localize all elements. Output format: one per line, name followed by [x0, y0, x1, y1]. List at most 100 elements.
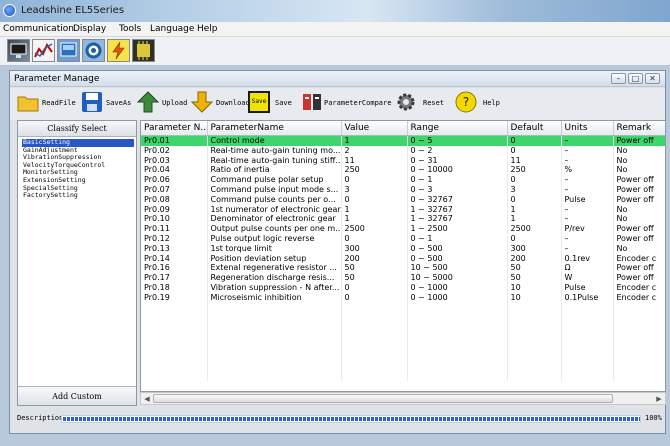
upload-button[interactable]: Upload	[137, 91, 189, 117]
table-cell: 300	[507, 243, 562, 254]
read-file-button[interactable]: ReadFile	[17, 91, 77, 117]
table-row[interactable]: Pr0.10 Denominator of electronic gear 1 1 ~…	[141, 214, 665, 225]
column-header[interactable]: Units	[561, 121, 614, 136]
table-cell[interactable]: 50	[341, 263, 408, 274]
table-cell: 1	[507, 204, 562, 215]
screen-icon[interactable]	[57, 39, 80, 62]
table-cell: 0	[507, 194, 562, 205]
chip-icon[interactable]	[132, 39, 155, 62]
table-row[interactable]: Pr0.04 Ratio of inertia 250 0 ~ 10000 250% No	[141, 165, 665, 176]
table-cell: Command pulse polar setup	[207, 175, 342, 185]
table-cell: Output pulse counts per one m...	[207, 224, 342, 234]
add-custom-button[interactable]: Add Custom	[18, 386, 136, 405]
horizontal-scrollbar[interactable]: ◀ ▶	[140, 392, 666, 405]
monitor-icon[interactable]	[7, 39, 30, 62]
table-row[interactable]: Pr0.11 Output pulse counts per one m... 25…	[141, 224, 665, 234]
minimize-button[interactable]: –	[611, 73, 626, 84]
table-cell: Pr0.03	[141, 155, 208, 166]
table-cell[interactable]: 2500	[341, 224, 408, 234]
menu-display[interactable]: Display	[73, 24, 106, 34]
table-row[interactable]: Pr0.13 1st torque limit 300 0 ~ 500 300– No	[141, 243, 665, 254]
column-header[interactable]: Range	[407, 121, 508, 136]
table-row[interactable]: Pr0.03 Real-time auto-gain tuning stiff..…	[141, 155, 665, 166]
save-as-button[interactable]: SaveAs	[81, 91, 133, 117]
table-row[interactable]: Pr0.18 Vibration suppression - N after...…	[141, 282, 665, 293]
table-cell: –	[561, 175, 614, 185]
maximize-button[interactable]: □	[628, 73, 643, 84]
table-cell[interactable]: 0	[341, 292, 408, 303]
table-row[interactable]: Pr0.19 Microseismic inhibition 0 0 ~ 1000 10…	[141, 292, 665, 303]
chart-icon[interactable]	[32, 39, 55, 62]
table-cell: Pulse	[561, 282, 614, 293]
close-button[interactable]: ✕	[645, 73, 660, 84]
table-row[interactable]: Pr0.17 Regeneration discharge resis... 50 1…	[141, 273, 665, 283]
table-cell: 0 ~ 3	[407, 184, 508, 195]
reset-button[interactable]: Reset	[395, 91, 455, 117]
table-cell: Power off	[613, 273, 665, 283]
column-header[interactable]: Parameter N...	[141, 121, 208, 136]
column-header[interactable]: Value	[341, 121, 408, 136]
table-row[interactable]: Pr0.02 Real-time auto-gain tuning mo... 2 0…	[141, 145, 665, 156]
table-cell: 0 ~ 500	[407, 253, 508, 264]
table-cell: Encoder c	[613, 253, 665, 264]
menu-tools[interactable]: Tools	[119, 24, 141, 34]
table-cell[interactable]: 1	[341, 135, 408, 146]
save-button[interactable]: Save Save	[248, 91, 300, 117]
scroll-right-icon[interactable]: ▶	[654, 394, 664, 404]
table-row[interactable]: Pr0.06 Command pulse polar setup 0 0 ~ 1 0– P…	[141, 175, 665, 185]
table-cell: Pr0.01	[141, 135, 208, 146]
table-cell[interactable]: 0	[341, 194, 408, 205]
parameter-compare-button[interactable]: ParameterCompare	[301, 91, 399, 117]
table-cell: Denominator of electronic gear	[207, 214, 342, 225]
table-cell[interactable]: 1	[341, 204, 408, 215]
column-header[interactable]: ParameterName	[207, 121, 342, 136]
table-row[interactable]: Pr0.01 Control mode 1 0 ~ 5 0– Power off	[141, 135, 665, 146]
description-bar: Description: 100%	[17, 412, 663, 426]
table-cell: 50	[507, 273, 562, 283]
table-row[interactable]: Pr0.14 Position deviation setup 200 0 ~ 500…	[141, 253, 665, 264]
table-cell: Control mode	[207, 135, 342, 146]
table-cell[interactable]: 250	[341, 165, 408, 176]
table-cell: Pr0.17	[141, 273, 208, 283]
table-cell: 0 ~ 2	[407, 145, 508, 156]
menu-language[interactable]: Language	[150, 24, 194, 34]
table-cell: –	[561, 214, 614, 225]
table-cell: –	[561, 155, 614, 166]
menu-communication[interactable]: Communication	[3, 24, 74, 34]
table-cell: –	[561, 243, 614, 254]
table-cell[interactable]: 300	[341, 243, 408, 254]
table-cell: 0 ~ 1	[407, 233, 508, 244]
table-row[interactable]: Pr0.09 1st numerator of electronic gear 1 1…	[141, 204, 665, 215]
table-cell: 0 ~ 1000	[407, 282, 508, 293]
column-header[interactable]: Default	[507, 121, 562, 136]
menu-help[interactable]: Help	[197, 24, 218, 34]
target-icon[interactable]	[82, 39, 105, 62]
table-cell[interactable]: 0	[341, 175, 408, 185]
table-row[interactable]: Pr0.07 Command pulse input mode s... 3 0 ~ …	[141, 184, 665, 195]
table-row[interactable]: Pr0.16 Extenal regenerative resistor ... 5…	[141, 263, 665, 274]
table-row[interactable]: Pr0.12 Pulse output logic reverse 0 0 ~ 1 0–…	[141, 233, 665, 244]
table-cell: Power off	[613, 263, 665, 274]
scroll-thumb[interactable]	[153, 394, 613, 403]
table-row[interactable]: Pr0.08 Command pulse counts per o... 0 0 ~ …	[141, 194, 665, 205]
table-cell[interactable]: 3	[341, 184, 408, 195]
table-cell[interactable]: 0	[341, 282, 408, 293]
scroll-left-icon[interactable]: ◀	[142, 394, 152, 404]
table-cell[interactable]: 1	[341, 214, 408, 225]
table-cell[interactable]: 50	[341, 273, 408, 283]
table-cell: 0 ~ 1000	[407, 292, 508, 303]
table-cell: Pr0.02	[141, 145, 208, 156]
table-cell[interactable]: 2	[341, 145, 408, 156]
help-button[interactable]: ? Help	[455, 91, 505, 117]
table-cell: Power off	[613, 194, 665, 205]
download-button[interactable]: Download	[191, 91, 250, 117]
classify-header: Classify Select	[18, 121, 136, 137]
table-cell: Pulse	[561, 194, 614, 205]
table-cell[interactable]: 11	[341, 155, 408, 166]
column-header[interactable]: Remark	[613, 121, 665, 136]
table-cell: Extenal regenerative resistor ...	[207, 263, 342, 274]
table-cell[interactable]: 200	[341, 253, 408, 264]
classify-item[interactable]: FactorySetting	[22, 192, 134, 200]
table-cell[interactable]: 0	[341, 233, 408, 244]
lightning-icon[interactable]	[107, 39, 130, 62]
